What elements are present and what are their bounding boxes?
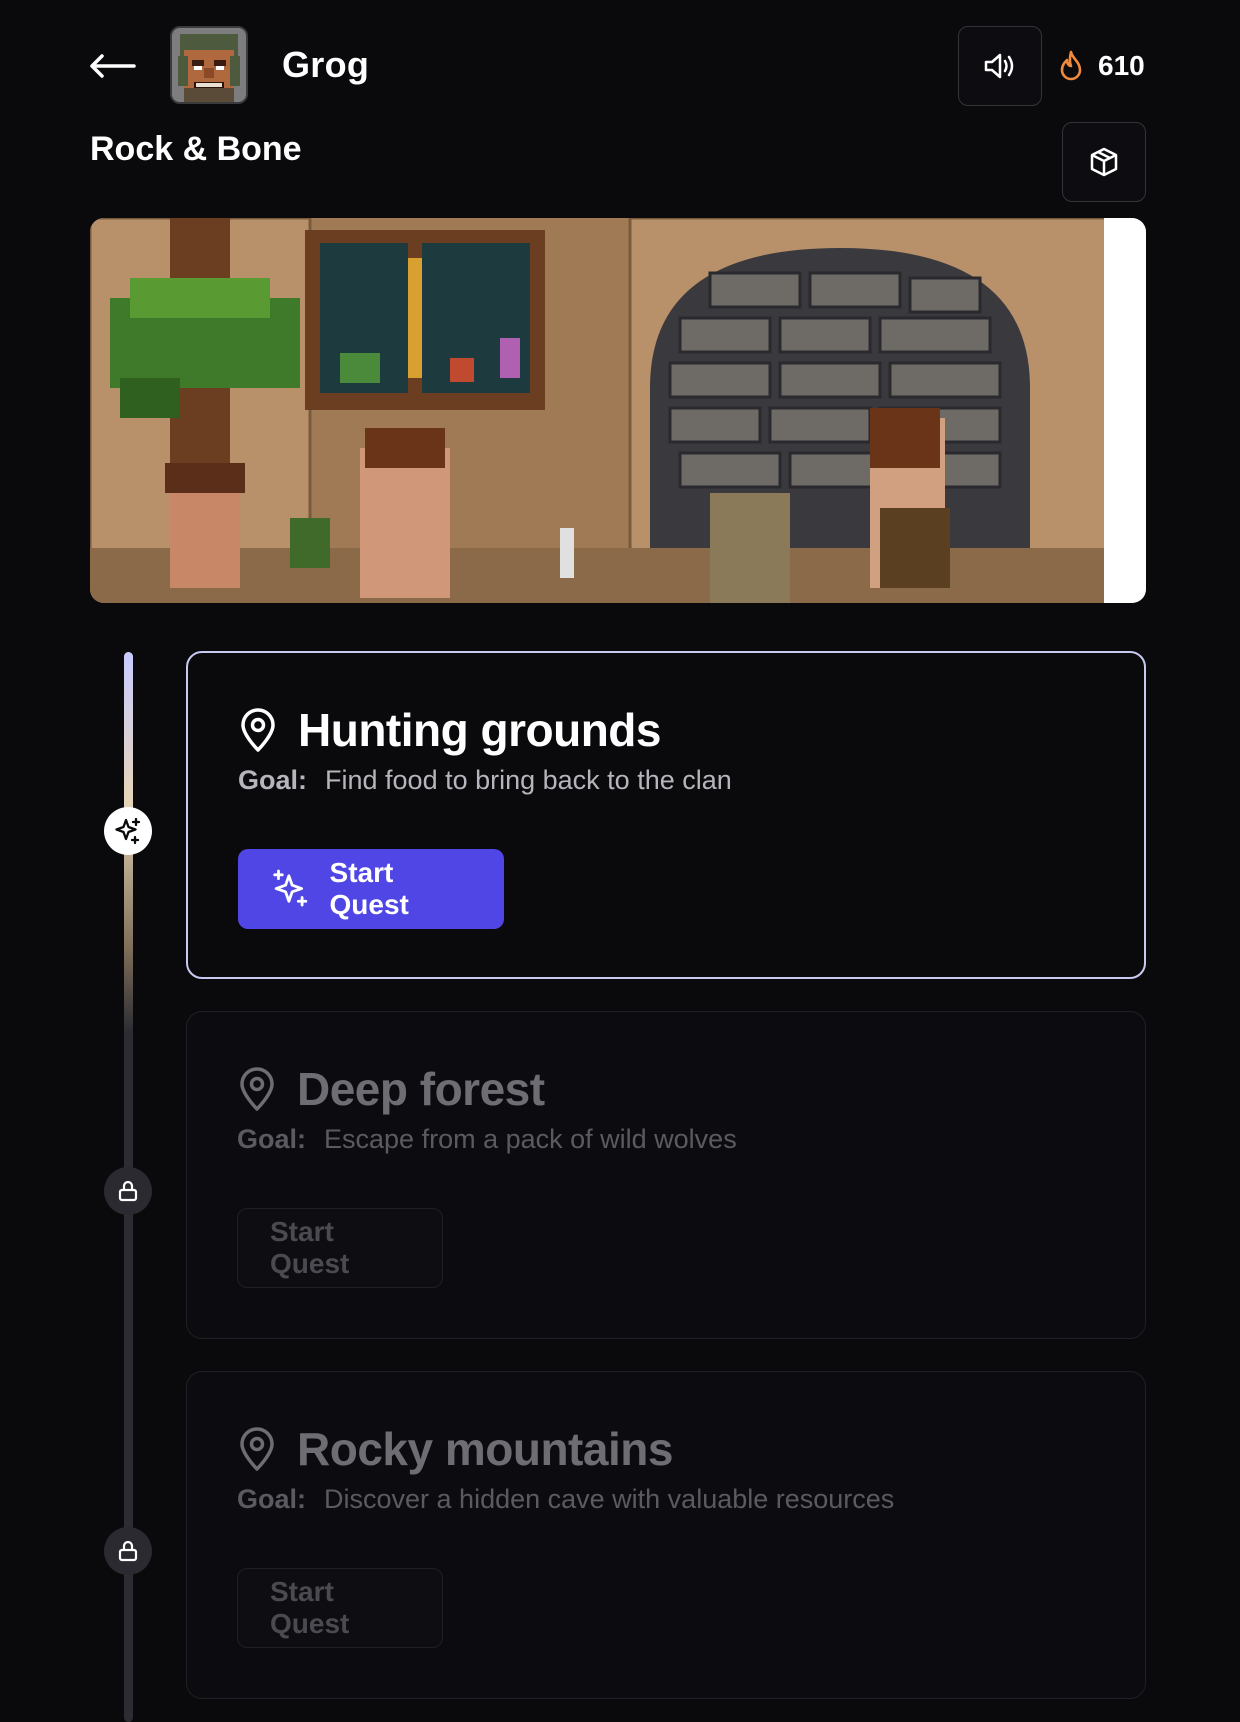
top-bar: Grog 610 xyxy=(0,0,1240,130)
sound-toggle-button[interactable] xyxy=(958,26,1042,106)
timeline-node-active xyxy=(104,807,152,855)
world-banner-image xyxy=(90,218,1146,603)
quest-heading: Deep forest xyxy=(237,1062,545,1116)
map-pin-icon xyxy=(240,1427,274,1471)
character-portrait xyxy=(172,28,246,102)
quest-card-deep-forest: Deep forest Goal: Escape from a pack of … xyxy=(186,1011,1146,1339)
quest-goal: Goal: Escape from a pack of wild wolves xyxy=(237,1124,737,1155)
character-avatar[interactable] xyxy=(170,26,248,104)
inventory-button[interactable] xyxy=(1062,122,1146,202)
streak-counter: 610 xyxy=(1058,44,1145,88)
back-button[interactable] xyxy=(88,46,140,86)
flame-icon xyxy=(1060,50,1082,81)
goal-text: Find food to bring back to the clan xyxy=(325,765,732,795)
quest-title: Hunting grounds xyxy=(298,704,661,756)
goal-label: Goal: xyxy=(237,1124,307,1154)
quest-card-rocky-mountains: Rocky mountains Goal: Discover a hidden … xyxy=(186,1371,1146,1699)
streak-count: 610 xyxy=(1098,50,1145,81)
lock-icon xyxy=(118,1540,138,1562)
goal-text: Escape from a pack of wild wolves xyxy=(324,1124,737,1154)
quest-goal: Goal: Find food to bring back to the cla… xyxy=(238,765,732,796)
lock-icon xyxy=(118,1180,138,1202)
sparkles-icon xyxy=(115,817,141,845)
goal-label: Goal: xyxy=(238,765,308,795)
cave-scene-illustration xyxy=(90,218,1146,603)
timeline-node-locked xyxy=(104,1527,152,1575)
quest-title: Deep forest xyxy=(297,1063,545,1115)
start-quest-button-disabled: Start Quest xyxy=(237,1208,443,1288)
start-quest-button-disabled: Start Quest xyxy=(237,1568,443,1648)
map-pin-icon xyxy=(240,1067,274,1111)
quest-goal: Goal: Discover a hidden cave with valuab… xyxy=(237,1484,894,1515)
quest-heading: Hunting grounds xyxy=(238,703,661,757)
start-quest-button[interactable]: Start Quest xyxy=(238,849,504,929)
goal-label: Goal: xyxy=(237,1484,307,1514)
sparkles-icon xyxy=(273,869,308,907)
speaker-icon xyxy=(984,53,1014,79)
start-quest-label: Start Quest xyxy=(270,1216,350,1279)
quest-title: Rocky mountains xyxy=(297,1423,673,1475)
quest-card-hunting-grounds: Hunting grounds Goal: Find food to bring… xyxy=(186,651,1146,979)
goal-text: Discover a hidden cave with valuable res… xyxy=(324,1484,895,1514)
world-title: Rock & Bone xyxy=(90,130,302,168)
start-quest-label: Start Quest xyxy=(270,1576,350,1639)
start-quest-label: Start Quest xyxy=(329,857,409,920)
map-pin-icon xyxy=(241,708,275,752)
character-name: Grog xyxy=(282,44,370,85)
timeline-node-locked xyxy=(104,1167,152,1215)
quest-heading: Rocky mountains xyxy=(237,1422,673,1476)
arrow-left-icon xyxy=(90,54,136,78)
box-icon xyxy=(1090,147,1118,177)
